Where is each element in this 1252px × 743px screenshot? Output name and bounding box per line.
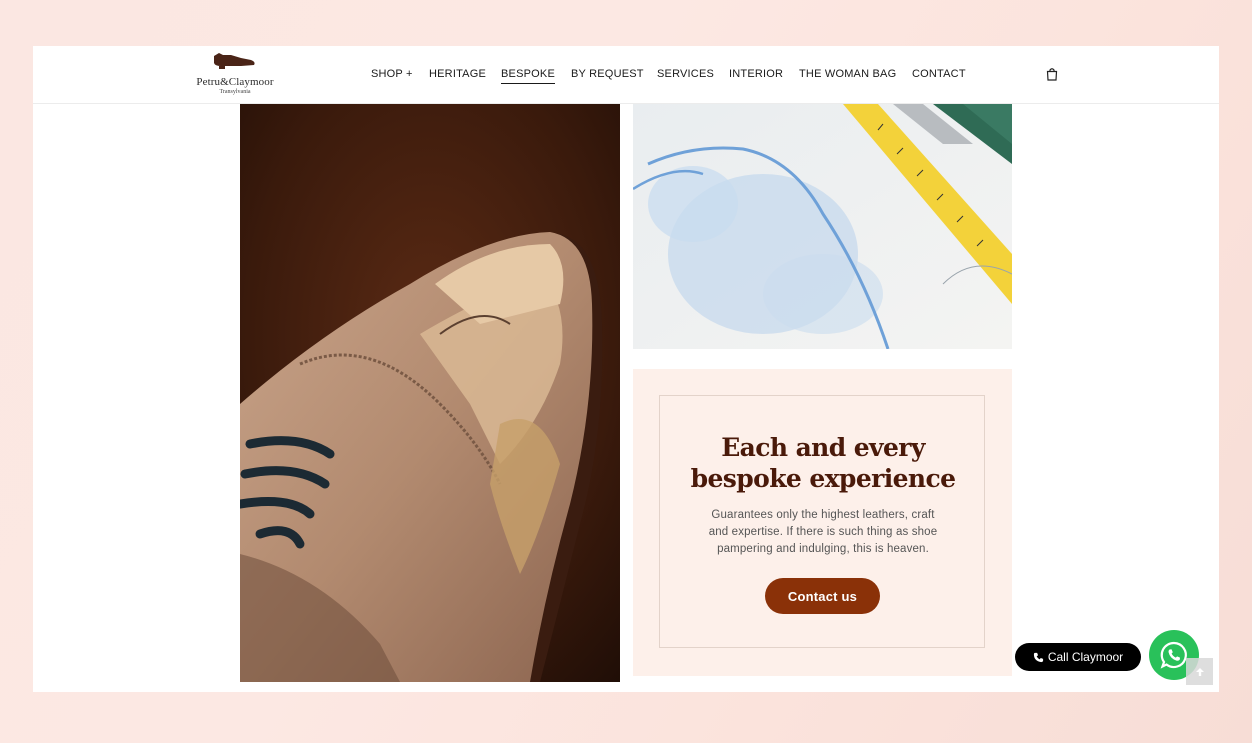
card-text-line-3: pampering and indulging, this is heaven. (717, 543, 929, 555)
card-title-line-1: Each and every (721, 433, 925, 462)
call-button-label: Call Claymoor (1047, 650, 1124, 664)
card-border: Each and every bespoke experience Guaran… (659, 395, 985, 648)
brand-logo[interactable]: Petru&Claymoor Transylvania (193, 52, 277, 96)
bespoke-shoe-photo (240, 104, 620, 682)
whatsapp-icon (1160, 641, 1187, 669)
brand-subtitle: Transylvania (219, 89, 251, 95)
call-claymoor-button[interactable]: Call Claymoor (1015, 643, 1141, 671)
nav-item-services[interactable]: SERVICES (657, 68, 714, 80)
nav-item-the-woman-bag[interactable]: THE WOMAN BAG (799, 68, 896, 80)
nav-item-shop[interactable]: SHOP + (371, 68, 413, 80)
nav-item-contact[interactable]: CONTACT (912, 68, 966, 80)
foot-tracing-photo (633, 104, 1012, 349)
contact-us-button[interactable]: Contact us (765, 578, 880, 614)
nav-item-interior[interactable]: INTERIOR (729, 68, 783, 80)
arrow-up-icon (1195, 667, 1204, 676)
shoe-logo-icon (214, 53, 255, 69)
nav-item-heritage[interactable]: HERITAGE (429, 68, 486, 80)
card-title-line-2: bespoke experience (690, 464, 956, 493)
card-text-line-2: and expertise. If there is such thing as… (708, 526, 938, 538)
brand-name: Petru&Claymoor (196, 76, 274, 88)
scroll-to-top-button[interactable] (1186, 658, 1213, 685)
shopping-bag-icon[interactable] (1045, 67, 1059, 81)
page-frame: Petru&Claymoor Transylvania SHOP + HERIT… (33, 46, 1219, 692)
nav-item-by-request[interactable]: BY REQUEST (571, 68, 644, 80)
phone-icon (1033, 652, 1043, 662)
bespoke-info-card: Each and every bespoke experience Guaran… (633, 369, 1012, 676)
card-title: Each and every bespoke experience (660, 432, 986, 494)
card-description: Guarantees only the highest leathers, cr… (694, 507, 952, 558)
site-header: Petru&Claymoor Transylvania SHOP + HERIT… (33, 46, 1219, 104)
nav-item-bespoke[interactable]: BESPOKE (501, 68, 555, 84)
card-text-line-1: Guarantees only the highest leathers, cr… (711, 509, 935, 521)
